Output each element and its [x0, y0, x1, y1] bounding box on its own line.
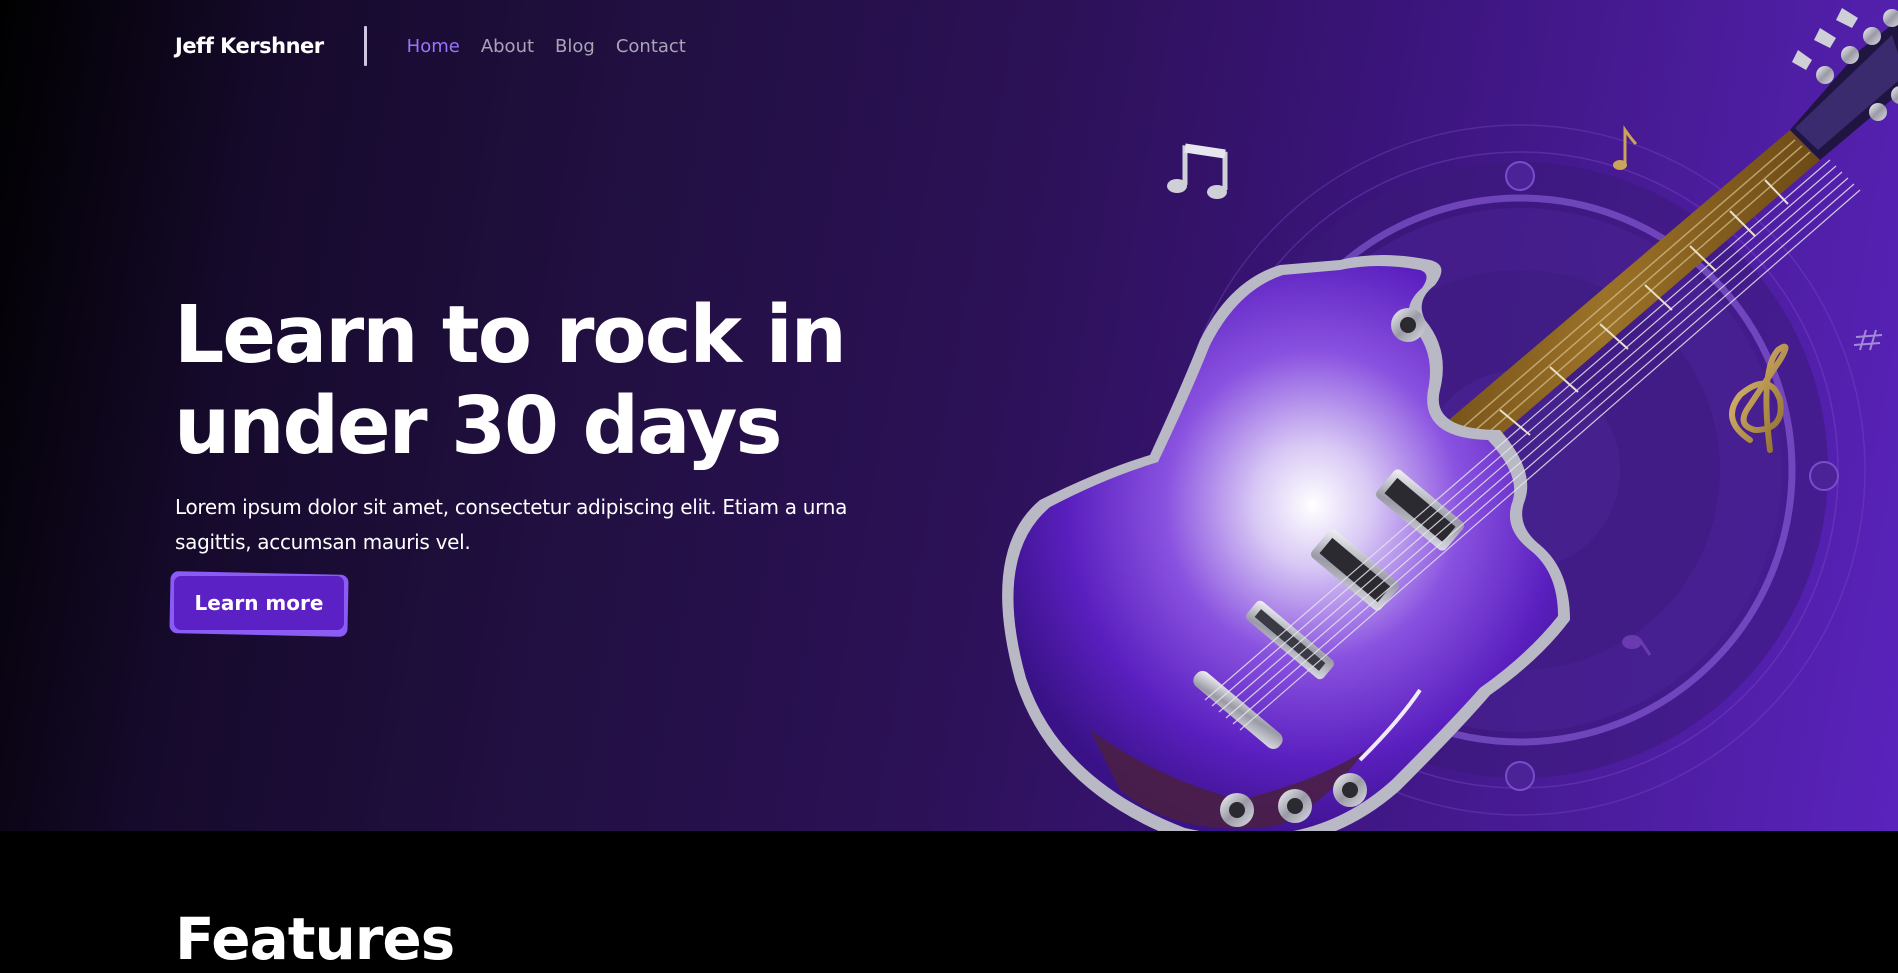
guitar-illustration [1002, 8, 1898, 831]
features-heading: Features [175, 905, 455, 973]
site-logo[interactable]: Jeff Kershner [175, 34, 324, 58]
small-note-icon [1613, 125, 1638, 170]
nav-link-about[interactable]: About [481, 36, 534, 57]
guitar-headstock [1790, 8, 1898, 160]
learn-more-button-wrap: Learn more [169, 571, 349, 637]
headline-line-2: under 30 days [174, 380, 782, 472]
learn-more-button[interactable]: Learn more [174, 576, 344, 630]
music-note-icon [1167, 143, 1228, 199]
nav-link-blog[interactable]: Blog [555, 36, 595, 57]
nav-link-home[interactable]: Home [407, 36, 460, 57]
top-navbar: Jeff Kershner Home About Blog Contact [175, 24, 707, 68]
hero-subtext: Lorem ipsum dolor sit amet, consectetur … [175, 495, 848, 554]
headline-line-1: Learn to rock in [174, 289, 847, 381]
hero-headline: Learn to rock in under 30 days [174, 290, 934, 472]
hero-section: Jeff Kershner Home About Blog Contact Le… [0, 0, 1898, 831]
nav-divider [363, 26, 367, 66]
sharp-icon [1853, 329, 1883, 351]
nav-link-contact[interactable]: Contact [616, 36, 686, 57]
